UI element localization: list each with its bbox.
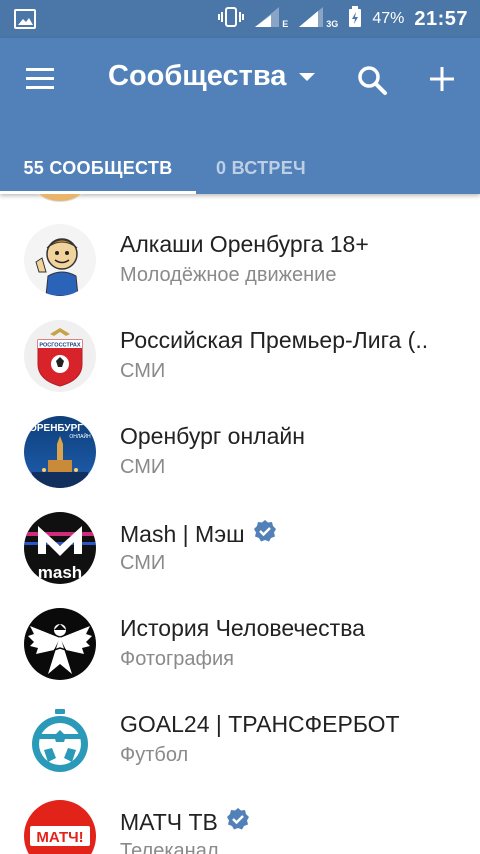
app-header: Сообщества 55 СООБЩЕСТВ 0 ВСТРЕЧ xyxy=(0,38,480,194)
list-item[interactable]: GOAL24 | ТРАНСФЕРБОТ Футбол xyxy=(0,692,480,788)
community-name: Оренбург онлайн xyxy=(120,423,305,449)
avatar: ОРЕНБУРГ ОНЛАЙН xyxy=(24,416,96,488)
menu-icon xyxy=(26,68,54,89)
list-item[interactable]: История Человечества Фотография xyxy=(0,596,480,692)
network-type-e: E xyxy=(282,19,289,29)
community-name: Российская Премьер-Лига (.. xyxy=(120,327,429,353)
network-type-3g: 3G xyxy=(326,19,339,29)
plus-icon xyxy=(430,67,454,91)
avatar xyxy=(24,704,96,776)
list-item[interactable]: МАТЧ! МАТЧ ТВ Телеканал xyxy=(0,788,480,854)
community-subtitle: СМИ xyxy=(120,456,166,478)
avatar-caption: ОНЛАЙН xyxy=(69,432,91,440)
list-item[interactable]: mash Mash | Мэш СМИ xyxy=(0,500,480,596)
community-subtitle: СМИ xyxy=(120,552,166,574)
battery-icon xyxy=(348,5,362,33)
avatar xyxy=(24,608,96,680)
community-name: GOAL24 | ТРАНСФЕРБОТ xyxy=(120,711,400,737)
battery-percent: 47% xyxy=(372,10,405,27)
community-name: История Человечества xyxy=(120,615,365,641)
community-name: Алкаши Оренбурга 18+ xyxy=(120,231,369,257)
community-subtitle: СМИ xyxy=(120,360,166,382)
status-bar: E 3G 47% 21:57 xyxy=(0,0,480,38)
community-subtitle: Молодёжное движение xyxy=(120,264,337,286)
signal-icon xyxy=(254,6,280,33)
list-item[interactable]: Алкаши Оренбурга 18+ Молодёжное движение xyxy=(0,212,480,308)
community-subtitle: Фотография xyxy=(120,648,234,670)
avatar: РОСГОССТРАХ xyxy=(24,320,96,392)
section-selector[interactable]: Сообщества xyxy=(108,60,316,93)
avatar xyxy=(24,224,96,296)
avatar: mash xyxy=(24,512,96,584)
tab-events[interactable]: 0 ВСТРЕЧ xyxy=(196,142,326,194)
list-item[interactable]: РОСГОССТРАХ Российская Премьер-Лига (.. … xyxy=(0,308,480,404)
page-title: Сообщества xyxy=(108,60,287,92)
clock: 21:57 xyxy=(414,7,468,30)
tabs: 55 СООБЩЕСТВ 0 ВСТРЕЧ xyxy=(0,142,480,194)
tab-communities[interactable]: 55 СООБЩЕСТВ xyxy=(0,142,196,194)
verified-icon xyxy=(226,807,250,837)
communities-list[interactable]: Алкаши Оренбурга 18+ Молодёжное движение… xyxy=(0,194,480,854)
search-button[interactable] xyxy=(356,64,390,98)
avatar-caption: mash xyxy=(38,563,82,582)
avatar-caption: МАТЧ! xyxy=(36,829,83,846)
list-item[interactable]: ОРЕНБУРГ ОНЛАЙН Оренбург онлайн СМИ xyxy=(0,404,480,500)
community-subtitle: Телеканал xyxy=(120,840,219,854)
dropdown-icon xyxy=(298,69,316,87)
image-icon xyxy=(14,9,36,34)
community-subtitle: Футбол xyxy=(120,744,189,766)
search-icon xyxy=(358,66,387,95)
avatar-caption: ОРЕНБУРГ xyxy=(29,423,83,434)
avatar-caption: РОСГОССТРАХ xyxy=(39,343,80,349)
vibrate-icon xyxy=(218,6,245,32)
menu-button[interactable] xyxy=(24,66,60,94)
signal-icon xyxy=(298,6,324,33)
verified-icon xyxy=(253,519,277,549)
avatar xyxy=(24,194,96,202)
community-name: Mash | Мэш xyxy=(120,519,277,549)
avatar: МАТЧ! xyxy=(24,800,96,854)
add-community-button[interactable] xyxy=(427,64,459,96)
community-name: МАТЧ ТВ xyxy=(120,807,250,837)
